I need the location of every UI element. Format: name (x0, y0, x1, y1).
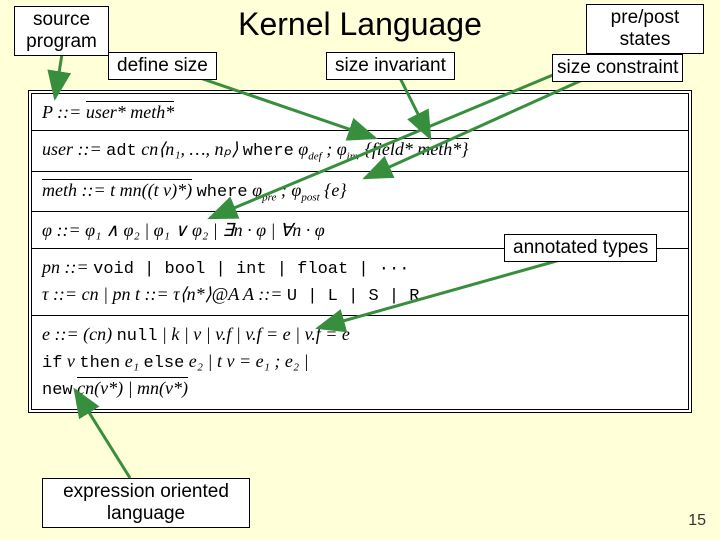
slide-number: 15 (688, 512, 706, 530)
grammar-row-expr: e ::= (cn) null | k | v | v.f | v.f = e … (32, 316, 688, 409)
slide-title: Kernel Language (238, 6, 482, 43)
annot-annotated-types: annotated types (504, 234, 657, 262)
annot-prepost-states: pre/poststates (586, 4, 704, 54)
grammar-row-program: P ::= user* meth* (32, 94, 688, 131)
annot-define-size: define size (108, 52, 217, 80)
grammar-row-user: user ::= adt cn⟨n₁, …, nₚ⟩ where φdef ; … (32, 131, 688, 171)
annot-expression-oriented: expression orientedlanguage (42, 478, 250, 528)
annot-source-program: sourceprogram (14, 6, 109, 56)
annot-size-invariant: size invariant (326, 52, 455, 80)
grammar-row-meth: meth ::= t mn((t v)*) where φpre ; φpost… (32, 172, 688, 212)
annot-size-constraint: size constraint (552, 54, 683, 82)
